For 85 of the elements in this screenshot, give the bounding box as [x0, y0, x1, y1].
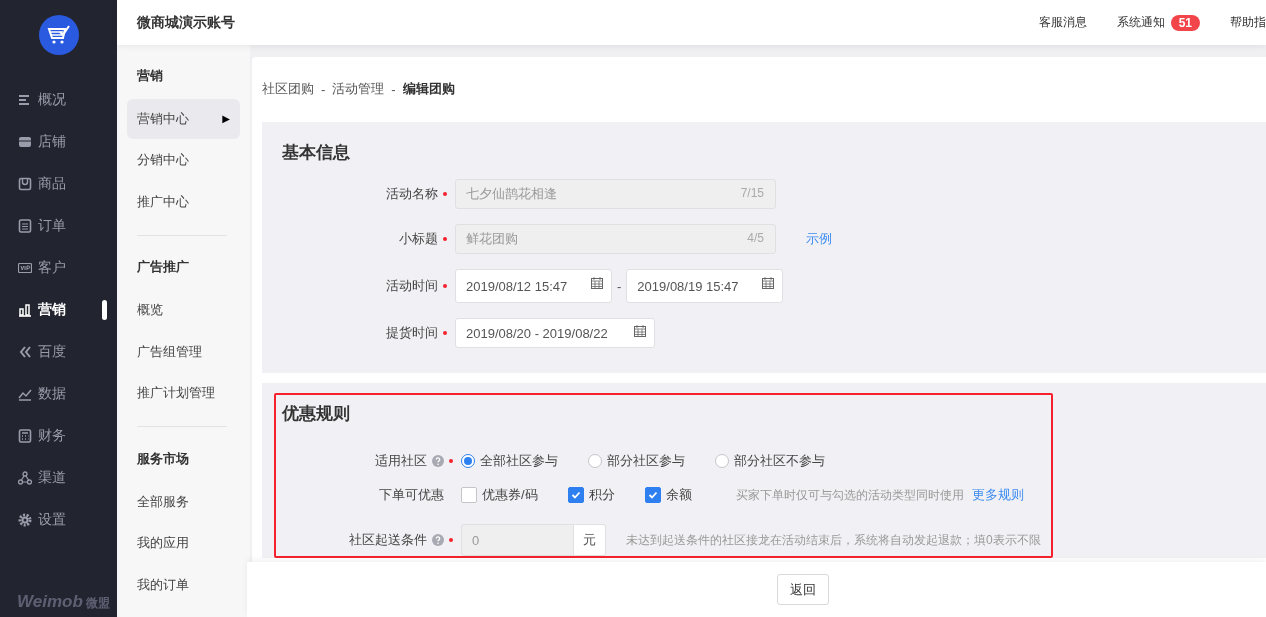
calendar-icon[interactable]: [634, 325, 646, 337]
radio-button[interactable]: [461, 454, 475, 468]
bar-chart-icon: [18, 303, 32, 317]
check-icon: [570, 490, 581, 500]
cart-logo-icon: [38, 15, 79, 55]
checkbox[interactable]: [461, 487, 477, 503]
checkbox[interactable]: [567, 487, 584, 503]
hint-text: 未达到起送条件的社区接龙在活动结束后，系统将自动发起退款；填0表示不限: [626, 531, 1041, 549]
brand-logo-text: Weimob: [17, 592, 83, 612]
range-separator: -: [617, 278, 622, 294]
document-icon: [18, 219, 32, 233]
nav-item[interactable]: 店铺: [0, 121, 117, 163]
radio-label[interactable]: 部分社区不参与: [734, 452, 825, 470]
nav-item[interactable]: 营销: [0, 289, 117, 331]
field-label: 小标题: [399, 230, 438, 248]
field-label: 下单可优惠: [379, 486, 444, 504]
account-name: 微商城演示账号: [136, 13, 235, 32]
help-icon[interactable]: [432, 455, 444, 467]
bag-icon: [18, 177, 32, 191]
header-link[interactable]: 客服消息: [1038, 14, 1087, 31]
date-input[interactable]: 2019/08/19 15:47: [626, 269, 784, 303]
radio-label[interactable]: 部分社区参与: [607, 452, 685, 470]
group-title: 营销: [136, 66, 164, 85]
network-icon: [18, 471, 32, 485]
radio-button[interactable]: [588, 454, 602, 468]
nav-item[interactable]: 概况: [0, 79, 117, 121]
submenu-item[interactable]: 概览: [127, 290, 240, 330]
submenu-item[interactable]: 我的订单: [127, 564, 240, 605]
field-label: 活动名称: [386, 185, 438, 203]
back-button[interactable]: 返回: [777, 574, 829, 605]
store-icon: [18, 135, 32, 149]
nav-item[interactable]: 客户: [0, 247, 117, 289]
section-title: 基本信息: [282, 142, 351, 164]
calculator-icon: [18, 429, 32, 443]
date-range-input[interactable]: 2019/08/20 - 2019/08/22: [455, 318, 655, 348]
unit-addon: 元: [574, 524, 606, 556]
calendar-icon[interactable]: [591, 277, 603, 289]
field-label: 社区起送条件: [349, 531, 427, 549]
submenu-item[interactable]: 推广计划管理: [127, 373, 240, 413]
submenu-item[interactable]: 我的应用: [127, 523, 240, 563]
group-title: 服务市场: [136, 449, 190, 468]
header-link[interactable]: 帮助指: [1230, 14, 1266, 31]
field-label: 提货时间: [386, 324, 438, 342]
line-chart-icon: [18, 387, 32, 401]
breadcrumb-link[interactable]: 社区团购: [262, 80, 314, 98]
radio-label[interactable]: 全部社区参与: [480, 452, 558, 470]
submenu-item[interactable]: 分销中心: [127, 140, 240, 180]
checkbox-label[interactable]: 优惠券/码: [482, 486, 538, 504]
chevrons-icon: [18, 345, 32, 359]
checkbox[interactable]: [644, 487, 661, 503]
calendar-icon[interactable]: [762, 277, 775, 289]
breadcrumb-current: 编辑团购: [402, 80, 455, 98]
breadcrumb-separator: -: [321, 81, 326, 97]
active-indicator: [102, 300, 107, 320]
submenu-item[interactable]: 推广中心: [127, 181, 240, 222]
group-title: 广告推广: [136, 258, 190, 276]
field-label: 适用社区: [375, 452, 427, 470]
header-link[interactable]: 系统通知: [1116, 14, 1165, 31]
nav-item[interactable]: 渠道: [0, 457, 117, 499]
gear-icon: [18, 513, 32, 527]
character-counter: 7/15: [740, 186, 764, 200]
submenu-item[interactable]: 广告组管理: [127, 331, 240, 372]
notification-count: 51: [1170, 14, 1200, 31]
radio-button[interactable]: [715, 454, 729, 468]
field-label: 活动时间: [386, 277, 438, 295]
section-title: 优惠规则: [282, 403, 351, 425]
lines-icon: [18, 93, 32, 107]
submenu-item[interactable]: 全部服务: [127, 481, 240, 522]
submenu-item[interactable]: 营销中心 ▶: [127, 98, 240, 139]
nav-item[interactable]: 百度: [0, 331, 117, 373]
nav-item[interactable]: 设置: [0, 499, 117, 541]
nav-item[interactable]: 订单: [0, 205, 117, 247]
check-icon: [647, 490, 658, 500]
vip-icon: [18, 261, 32, 275]
nav-item[interactable]: 商品: [0, 163, 117, 205]
nav-item[interactable]: 财务: [0, 415, 117, 457]
character-counter: 4/5: [747, 231, 764, 245]
hint-text: 买家下单时仅可与勾选的活动类型同时使用: [735, 486, 964, 504]
breadcrumb-link[interactable]: 活动管理: [332, 80, 385, 98]
checkbox-label[interactable]: 积分: [588, 486, 615, 504]
date-input[interactable]: 2019/08/12 15:47: [455, 269, 612, 303]
checkbox-label[interactable]: 余额: [665, 486, 692, 504]
nav-item[interactable]: 数据: [0, 373, 117, 415]
brand-logo-text: 微盟: [85, 595, 110, 612]
breadcrumb-separator: -: [391, 81, 396, 97]
